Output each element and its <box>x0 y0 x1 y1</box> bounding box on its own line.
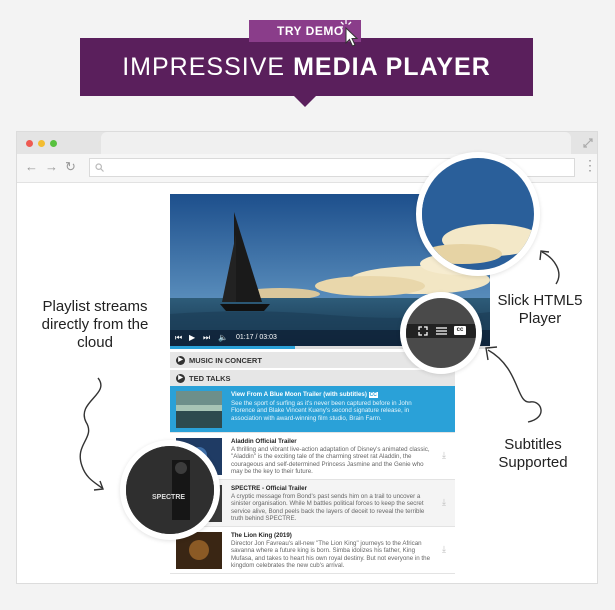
title-light: IMPRESSIVE <box>122 52 286 81</box>
banner-pointer <box>293 95 317 107</box>
menu-icon[interactable]: ⋮ <box>583 157 597 174</box>
magnifier-sky <box>416 152 540 276</box>
playlist-icon[interactable] <box>436 326 447 336</box>
previous-icon[interactable]: ⏮ <box>175 333 182 343</box>
minimize-dot-icon[interactable] <box>38 140 45 147</box>
maximize-dot-icon[interactable] <box>50 140 57 147</box>
magnifier-controls: cc <box>400 292 482 374</box>
item-description: A thrilling and vibrant live-action adap… <box>231 445 430 476</box>
chevron-right-icon: ▶ <box>176 373 185 383</box>
next-icon[interactable]: ⏭ <box>203 333 210 343</box>
arrow-to-player-icon <box>539 250 560 285</box>
volume-icon[interactable]: 🔈 <box>218 333 228 342</box>
callout-player: Slick HTML5 Player <box>497 292 583 327</box>
category-label: MUSIC IN CONCERT <box>189 355 262 365</box>
time-display: 01:17 / 03:03 <box>236 334 277 341</box>
try-demo-label: TRY DEMO <box>277 24 344 38</box>
item-description: Director Jon Favreau's all-new "The Lion… <box>231 539 431 570</box>
callout-subtitles: Subtitles Supported <box>498 436 568 471</box>
browser-titlebar <box>17 132 597 154</box>
magnifier-thumbnail: SPECTRE <box>120 440 220 540</box>
download-icon[interactable]: ⤓ <box>442 497 446 508</box>
category-label: TED TALKS <box>189 373 231 383</box>
item-title: The Lion King (2019) <box>231 532 292 539</box>
item-title: SPECTRE - Official Trailer <box>231 485 307 492</box>
reload-icon[interactable]: ↻ <box>65 159 76 175</box>
magnified-thumb-caption: SPECTRE <box>152 494 186 501</box>
title-bold: MEDIA PLAYER <box>293 52 491 81</box>
play-icon[interactable]: ▶ <box>189 333 195 342</box>
close-dot-icon[interactable] <box>26 140 33 147</box>
category-ted-talks[interactable]: ▶ TED TALKS <box>170 370 455 386</box>
magnified-thumbnail <box>126 446 214 534</box>
item-description: A cryptic message from Bond's past sends… <box>231 492 425 523</box>
callout-playlist: Playlist streams directly from the cloud <box>41 298 149 351</box>
subtitles-icon[interactable]: cc <box>454 326 466 335</box>
item-title: Aladdin Official Trailer <box>231 438 297 445</box>
download-icon[interactable]: ⤓ <box>442 544 446 555</box>
item-description: See the sport of surfing as it's never b… <box>231 399 412 422</box>
thumbnail <box>176 391 222 428</box>
forward-icon[interactable]: → <box>45 159 58 174</box>
download-icon[interactable]: ⤓ <box>442 450 446 461</box>
fullscreen-icon[interactable] <box>583 138 593 148</box>
browser-tab[interactable] <box>101 132 571 154</box>
chevron-right-icon: ▶ <box>176 355 185 365</box>
title-banner: IMPRESSIVE MEDIA PLAYER <box>80 38 533 96</box>
playlist-item[interactable]: The Lion King (2019) Director Jon Favrea… <box>170 527 455 574</box>
progress-fill <box>170 346 295 349</box>
cc-badge: CC <box>368 392 378 398</box>
playlist-item[interactable]: View From A Blue Moon Trailer (with subt… <box>170 386 455 433</box>
back-icon[interactable]: ← <box>25 159 38 174</box>
arrow-to-subtitles-icon <box>485 346 542 423</box>
arrow-to-playlist-icon <box>79 377 104 491</box>
fullscreen-icon[interactable] <box>418 326 428 336</box>
magnified-sky <box>422 158 534 270</box>
search-icon <box>95 163 104 172</box>
item-title: View From A Blue Moon Trailer (with subt… <box>231 391 378 398</box>
cursor-click-icon <box>339 20 359 47</box>
